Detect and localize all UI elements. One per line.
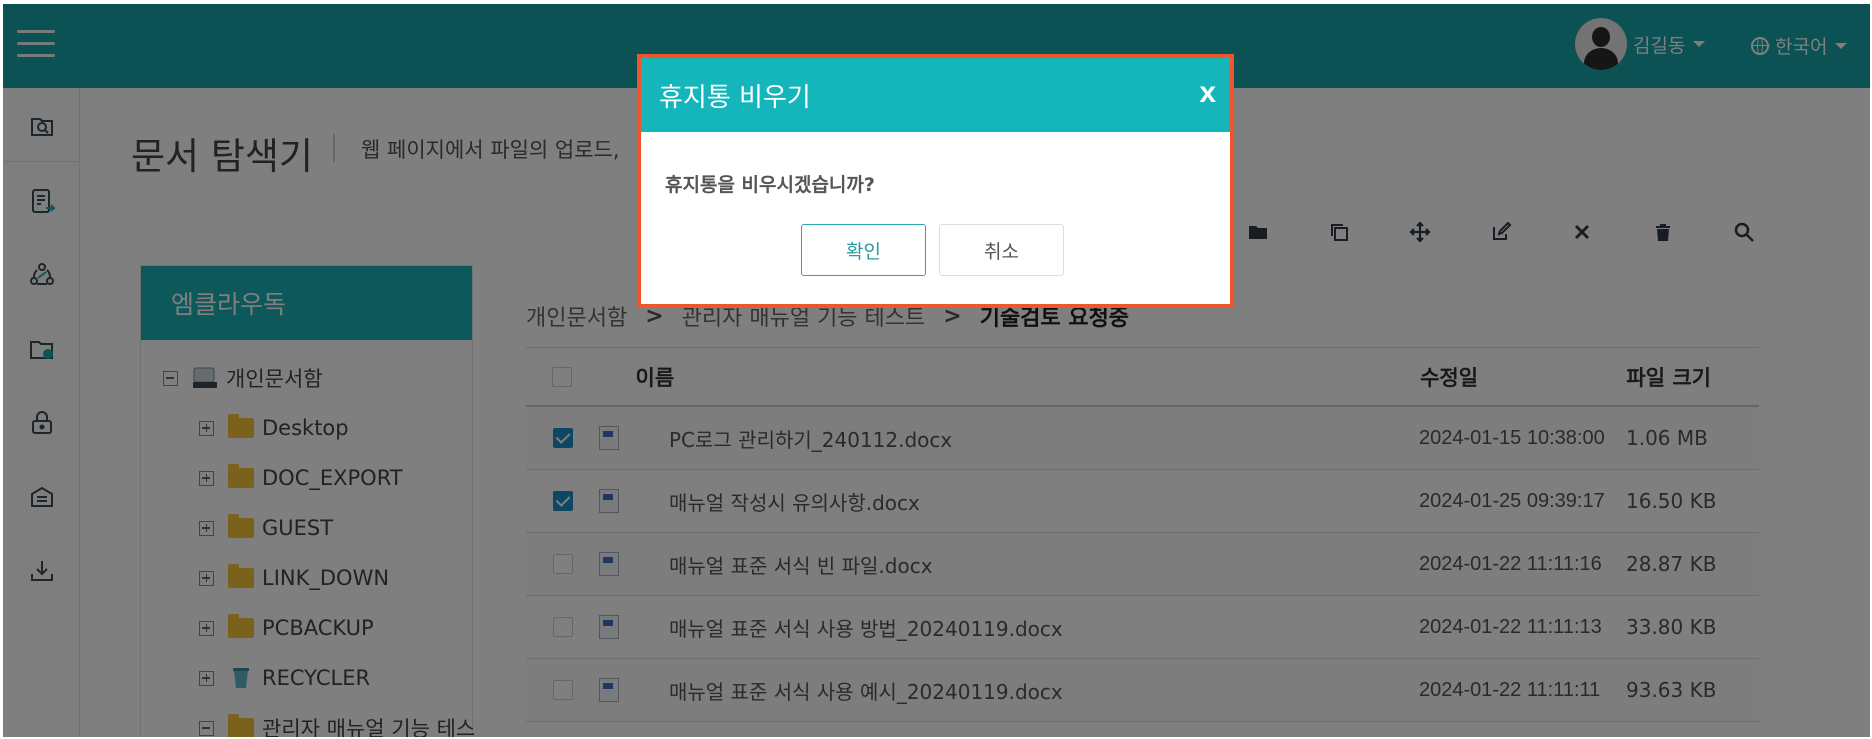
dialog-title: 휴지통 비우기 bbox=[659, 82, 811, 113]
dialog-message: 휴지통을 비우시겠습니까? bbox=[665, 174, 875, 196]
empty-trash-dialog: 휴지통 비우기 x 휴지통을 비우시겠습니까? 확인 취소 bbox=[637, 54, 1234, 308]
confirm-button[interactable]: 확인 bbox=[801, 224, 926, 276]
app-window: 김길동 한국어 문서 탐색기 bbox=[3, 4, 1870, 737]
cancel-button[interactable]: 취소 bbox=[939, 224, 1064, 276]
dialog-header: 휴지통 비우기 x bbox=[641, 58, 1230, 132]
close-icon[interactable]: x bbox=[1199, 76, 1216, 110]
